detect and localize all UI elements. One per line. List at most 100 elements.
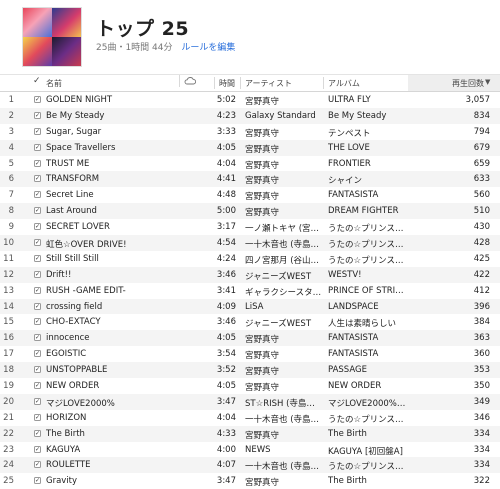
track-number: 22 bbox=[3, 428, 14, 439]
track-row[interactable]: 4 ✓ Space Travellers 4:05 宮野真守 THE LOVE … bbox=[0, 139, 500, 156]
track-row[interactable]: 9 ✓ SECRET LOVER 3:17 一ノ瀬トキヤ (宮… うたの☆プリン… bbox=[0, 219, 500, 235]
track-checkbox[interactable]: ✓ bbox=[34, 127, 41, 135]
track-number: 11 bbox=[3, 253, 14, 264]
track-checkbox[interactable]: ✓ bbox=[34, 477, 41, 485]
edit-rules-link[interactable]: ルールを編集 bbox=[181, 43, 235, 53]
track-plays: 396 bbox=[473, 301, 490, 312]
track-row[interactable]: 22 ✓ The Birth 4:33 宮野真守 The Birth 334 bbox=[0, 425, 500, 442]
track-artist: 宮野真守 bbox=[245, 97, 280, 107]
track-album: FANTASISTA bbox=[328, 349, 379, 360]
track-row[interactable]: 20 ✓ マジLOVE2000% 3:47 ST☆RISH (寺島… マジLOV… bbox=[0, 393, 500, 410]
track-number: 24 bbox=[3, 460, 14, 471]
track-checkbox[interactable]: ✓ bbox=[34, 270, 41, 278]
track-checkbox[interactable]: ✓ bbox=[34, 223, 41, 231]
track-checkbox[interactable]: ✓ bbox=[34, 318, 41, 326]
track-plays: 422 bbox=[473, 269, 490, 280]
track-time: 4:04 bbox=[216, 412, 236, 423]
track-plays: 346 bbox=[473, 412, 490, 423]
track-number: 2 bbox=[8, 110, 14, 121]
icloud-status-icon[interactable] bbox=[179, 75, 196, 87]
track-checkbox[interactable]: ✓ bbox=[34, 143, 41, 151]
playlist-summary: 25曲・1時間 44分 bbox=[96, 43, 173, 53]
track-checkbox[interactable]: ✓ bbox=[34, 191, 41, 199]
track-checkbox[interactable]: ✓ bbox=[34, 334, 41, 342]
track-plays: 510 bbox=[473, 206, 490, 217]
track-row[interactable]: 12 ✓ Drift!! 3:46 ジャニーズWEST WESTV! 422 bbox=[0, 266, 500, 283]
track-row[interactable]: 21 ✓ HORIZON 4:04 一十木音也 (寺島… うたの☆プリンス… 3… bbox=[0, 410, 500, 426]
track-row[interactable]: 7 ✓ Secret Line 4:48 宮野真守 FANTASISTA 560 bbox=[0, 187, 500, 203]
track-checkbox[interactable]: ✓ bbox=[34, 445, 41, 453]
track-checkbox[interactable]: ✓ bbox=[34, 286, 41, 294]
track-row[interactable]: 10 ✓ 虹色☆OVER DRIVE! 4:54 一十木音也 (寺島… うたの☆… bbox=[0, 235, 500, 251]
track-checkbox[interactable]: ✓ bbox=[34, 382, 41, 390]
track-artist: Galaxy Standard bbox=[245, 110, 316, 121]
track-number: 25 bbox=[3, 476, 14, 487]
track-plays: 334 bbox=[473, 428, 490, 439]
track-checkbox[interactable]: ✓ bbox=[34, 302, 41, 310]
track-time: 4:48 bbox=[216, 190, 236, 201]
track-checkbox[interactable]: ✓ bbox=[34, 366, 41, 374]
track-artist: ギャラクシースタ… bbox=[245, 287, 322, 298]
track-artist: 宮野真守 bbox=[245, 128, 280, 139]
track-name: Be My Steady bbox=[46, 110, 105, 121]
track-table: ✓ 名前 時間 アーティスト アルバム 再生回数 ▼ 1 ✓ GOLDEN NI… bbox=[0, 74, 500, 489]
track-checkbox[interactable]: ✓ bbox=[34, 350, 41, 358]
playlist-artwork[interactable] bbox=[22, 7, 82, 67]
track-name: TRUST ME bbox=[46, 158, 90, 169]
track-row[interactable]: 11 ✓ Still Still Still 4:24 四ノ宮那月 (谷山… う… bbox=[0, 251, 500, 267]
track-name: innocence bbox=[46, 333, 90, 344]
track-plays: 430 bbox=[473, 222, 490, 233]
track-checkbox[interactable]: ✓ bbox=[34, 111, 41, 119]
column-header-name[interactable]: 名前 bbox=[46, 78, 62, 89]
track-row[interactable]: 3 ✓ Sugar, Sugar 3:33 宮野真守 テンペスト 794 bbox=[0, 124, 500, 140]
track-time: 3:46 bbox=[216, 269, 236, 280]
track-name: Drift!! bbox=[46, 269, 72, 280]
track-row[interactable]: 17 ✓ EGOISTIC 3:54 宮野真守 FANTASISTA 360 bbox=[0, 346, 500, 362]
track-album: FANTASISTA bbox=[328, 333, 379, 344]
track-row[interactable]: 5 ✓ TRUST ME 4:04 宮野真守 FRONTIER 659 bbox=[0, 156, 500, 172]
track-row[interactable]: 18 ✓ UNSTOPPABLE 3:52 宮野真守 PASSAGE 353 bbox=[0, 362, 500, 379]
track-artist: 宮野真守 bbox=[245, 478, 280, 489]
track-time: 3:54 bbox=[216, 349, 236, 360]
track-row[interactable]: 24 ✓ ROULETTE 4:07 一十木音也 (寺島… うたの☆プリンス… … bbox=[0, 457, 500, 474]
track-artist: 宮野真守 bbox=[245, 144, 280, 155]
track-row[interactable]: 23 ✓ KAGUYA 4:00 NEWS KAGUYA [初回盤A] 334 bbox=[0, 442, 500, 458]
track-checkbox[interactable]: ✓ bbox=[34, 254, 41, 262]
track-time: 3:17 bbox=[216, 222, 236, 233]
column-header-check[interactable]: ✓ bbox=[33, 76, 41, 86]
track-number: 10 bbox=[3, 238, 14, 249]
track-artist: 一十木音也 (寺島… bbox=[245, 414, 320, 425]
track-row[interactable]: 25 ✓ Gravity 3:47 宮野真守 The Birth 322 bbox=[0, 473, 500, 489]
track-row[interactable]: 16 ✓ innocence 4:05 宮野真守 FANTASISTA 363 bbox=[0, 330, 500, 347]
track-plays: 560 bbox=[473, 190, 490, 201]
track-name: SECRET LOVER bbox=[46, 222, 110, 233]
track-row[interactable]: 1 ✓ GOLDEN NIGHT 5:02 宮野真守 ULTRA FLY 3,0… bbox=[0, 92, 500, 108]
track-checkbox[interactable]: ✓ bbox=[34, 175, 41, 183]
track-row[interactable]: 15 ✓ CHO-EXTACY 3:46 ジャニーズWEST 人生は素晴らしい … bbox=[0, 314, 500, 330]
track-name: マジLOVE2000% bbox=[46, 398, 115, 409]
track-plays: 425 bbox=[473, 253, 490, 264]
track-number: 9 bbox=[8, 222, 14, 233]
column-header-artist[interactable]: アーティスト bbox=[239, 77, 292, 89]
track-checkbox[interactable]: ✓ bbox=[34, 239, 41, 247]
track-checkbox[interactable]: ✓ bbox=[34, 413, 41, 421]
track-row[interactable]: 2 ✓ Be My Steady 4:23 Galaxy Standard Be… bbox=[0, 107, 500, 124]
track-name: HORIZON bbox=[46, 412, 87, 423]
track-row[interactable]: 8 ✓ Last Around 5:00 宮野真守 DREAM FIGHTER … bbox=[0, 203, 500, 220]
track-checkbox[interactable]: ✓ bbox=[34, 397, 41, 405]
track-artist: ジャニーズWEST bbox=[245, 271, 312, 282]
track-row[interactable]: 14 ✓ crossing field 4:09 LiSA LANDSPACE … bbox=[0, 298, 500, 315]
track-plays: 322 bbox=[473, 476, 490, 487]
track-row[interactable]: 6 ✓ TRANSFORM 4:41 宮野真守 シャイン 633 bbox=[0, 171, 500, 188]
track-checkbox[interactable]: ✓ bbox=[34, 461, 41, 469]
track-checkbox[interactable]: ✓ bbox=[34, 429, 41, 437]
track-number: 6 bbox=[8, 174, 14, 185]
column-header-album[interactable]: アルバム bbox=[323, 77, 360, 89]
track-row[interactable]: 13 ✓ RUSH -GAME EDIT- 3:41 ギャラクシースタ… PRI… bbox=[0, 283, 500, 299]
track-row[interactable]: 19 ✓ NEW ORDER 4:05 宮野真守 NEW ORDER 350 bbox=[0, 378, 500, 394]
track-album: The Birth bbox=[328, 428, 367, 439]
column-header-time[interactable]: 時間 bbox=[214, 77, 235, 89]
track-checkbox[interactable]: ✓ bbox=[34, 159, 41, 167]
track-checkbox[interactable]: ✓ bbox=[34, 207, 41, 215]
track-checkbox[interactable]: ✓ bbox=[34, 96, 41, 103]
